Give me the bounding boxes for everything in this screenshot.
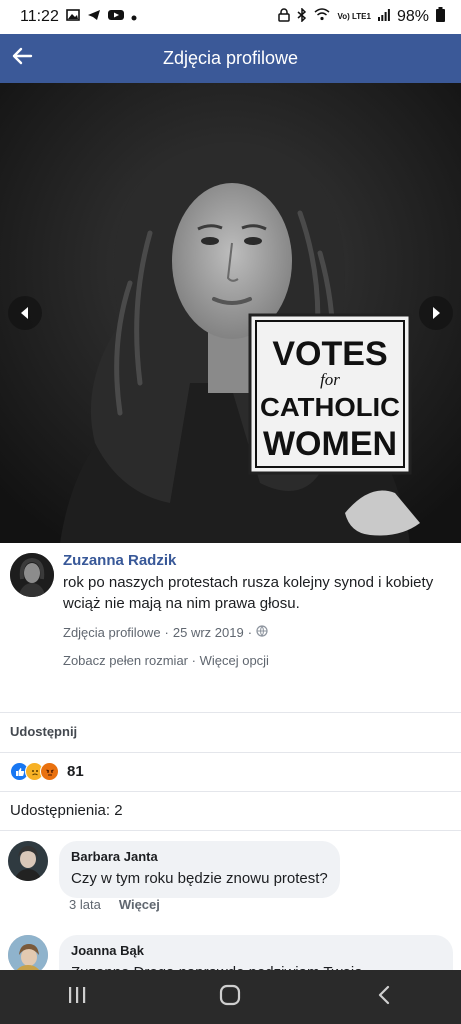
network-label: Vo) LTE1: [337, 12, 371, 21]
photo-image: VOTES for CATHOLIC WOMEN: [0, 83, 461, 543]
sign-line-4: WOMEN: [263, 425, 397, 463]
shares-count[interactable]: Udostępnienia: 2: [10, 802, 123, 819]
comment-author[interactable]: Barbara Janta: [71, 848, 328, 866]
meta-separator: ·: [191, 653, 196, 668]
avatar[interactable]: [8, 841, 48, 881]
full-size-link[interactable]: Zobacz pełen rozmiar: [63, 653, 188, 668]
comment: Barbara Janta Czy w tym roku będzie znow…: [8, 841, 453, 898]
divider: [0, 712, 461, 713]
telegram-icon: [87, 8, 101, 26]
post-date[interactable]: 25 wrz 2019: [173, 625, 244, 640]
reaction-count: 81: [67, 763, 84, 780]
globe-icon: [256, 625, 268, 640]
bluetooth-icon: [297, 6, 307, 27]
post-actions: Zobacz pełen rozmiar · Więcej opcji: [63, 653, 449, 668]
wifi-icon: [314, 8, 330, 26]
back-icon: [377, 985, 391, 1010]
app-bar: Zdjęcia profilowe: [0, 34, 461, 83]
meta-separator: ·: [247, 625, 253, 640]
status-time: 11:22: [20, 8, 59, 25]
share-button[interactable]: Udostępnij: [10, 724, 77, 739]
chevron-left-icon: [18, 306, 32, 320]
battery-percent: 98%: [396, 8, 429, 25]
system-nav-bar: [0, 970, 461, 1024]
album-link[interactable]: Zdjęcia profilowe: [63, 625, 161, 640]
divider: [0, 791, 461, 792]
meta-separator: ·: [164, 625, 169, 640]
dot-icon: [131, 8, 137, 26]
post-meta: Zdjęcia profilowe · 25 wrz 2019 ·: [63, 625, 449, 640]
next-photo-button[interactable]: [419, 296, 453, 330]
comment-bubble[interactable]: Barbara Janta Czy w tym roku będzie znow…: [59, 841, 340, 898]
status-left: 11:22: [20, 8, 137, 26]
reactions-summary[interactable]: 81: [10, 762, 84, 781]
post-body: Zuzanna Radzik rok po naszych protestach…: [63, 551, 449, 668]
angry-reaction-icon: [40, 762, 59, 781]
avatar[interactable]: [10, 553, 54, 597]
back-button[interactable]: [0, 34, 44, 83]
avatar[interactable]: [8, 935, 48, 975]
comment-author[interactable]: Joanna Bąk: [71, 942, 441, 960]
signal-icon: [377, 8, 390, 26]
status-bar: 11:22 Vo) LTE1 98%: [0, 0, 461, 34]
profile-photo[interactable]: VOTES for CATHOLIC WOMEN: [0, 83, 461, 543]
more-options-link[interactable]: Więcej opcji: [200, 653, 269, 668]
sign-line-1: VOTES: [272, 335, 387, 373]
comment-meta: 3 lata Więcej: [69, 897, 160, 912]
comment-more-button[interactable]: Więcej: [119, 897, 160, 912]
post-text: rok po naszych protestach rusza kolejny …: [63, 574, 434, 612]
recents-icon: [67, 986, 87, 1009]
home-button[interactable]: [200, 977, 260, 1017]
comment-text: Czy w tym roku będzie znowu protest?: [71, 870, 328, 887]
divider: [0, 752, 461, 753]
chevron-right-icon: [429, 306, 443, 320]
recents-button[interactable]: [47, 977, 107, 1017]
sign-line-2: for: [320, 370, 340, 389]
home-icon: [219, 984, 241, 1011]
previous-photo-button[interactable]: [8, 296, 42, 330]
post-header: Zuzanna Radzik rok po naszych protestach…: [0, 543, 461, 668]
system-back-button[interactable]: [354, 977, 414, 1017]
divider: [0, 830, 461, 831]
comment-time[interactable]: 3 lata: [69, 897, 101, 912]
status-right: Vo) LTE1 98%: [278, 6, 445, 27]
post: Zuzanna Radzik rok po naszych protestach…: [0, 543, 461, 668]
battery-icon: [436, 7, 445, 27]
gallery-icon: [66, 8, 80, 26]
lock-icon: [278, 7, 291, 27]
sign-line-3: CATHOLIC: [260, 392, 400, 422]
youtube-icon: [107, 8, 124, 26]
arrow-left-icon: [11, 47, 33, 70]
post-author[interactable]: Zuzanna Radzik: [63, 551, 449, 571]
page-title: Zdjęcia profilowe: [162, 48, 299, 68]
